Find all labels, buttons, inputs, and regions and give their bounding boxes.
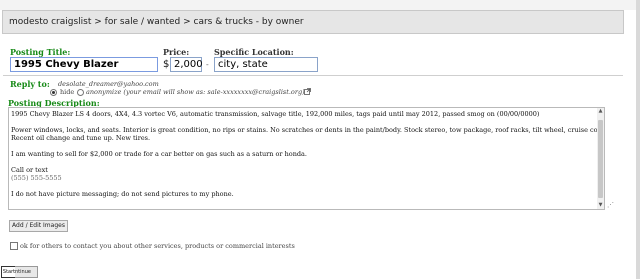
- window-edge: [636, 0, 640, 279]
- location-label: Specific Location:: [214, 47, 294, 57]
- anonymize-email-radio[interactable]: [77, 89, 84, 96]
- scroll-down-icon[interactable]: ▼: [597, 202, 604, 209]
- ok-contact-checkbox[interactable]: [10, 242, 18, 250]
- posting-description-textarea[interactable]: 1995 Chevy Blazer LS 4 doors, 4X4, 4.3 v…: [8, 107, 605, 210]
- breadcrumb: modesto craigslist > for sale / wanted >…: [2, 10, 624, 34]
- divider: [3, 75, 623, 76]
- description-line: I am wanting to sell for $2,000 or trade…: [11, 150, 307, 158]
- location-input[interactable]: city, state: [214, 57, 318, 72]
- reply-email: desolate_dreamer@yahoo.com: [58, 80, 159, 88]
- reply-to-label: Reply to:: [10, 79, 50, 89]
- scroll-thumb[interactable]: [598, 120, 603, 198]
- description-line: I do not have picture messaging; do not …: [11, 190, 234, 198]
- posting-title-label: Posting Title:: [10, 47, 71, 57]
- hide-email-radio[interactable]: [50, 89, 57, 96]
- description-line: 1995 Chevy Blazer LS 4 doors, 4X4, 4.3 v…: [11, 110, 540, 118]
- top-strip: [0, 0, 640, 10]
- add-edit-images-button[interactable]: Add / Edit Images: [9, 220, 68, 232]
- description-line: Recent oil change and tune up. New tires…: [11, 134, 151, 142]
- external-link-icon[interactable]: [304, 88, 311, 95]
- currency-symbol: $: [163, 59, 170, 70]
- description-line: (555) 555-5555: [11, 174, 62, 182]
- resize-grip-icon[interactable]: ⋰: [607, 201, 614, 209]
- price-label: Price:: [163, 47, 190, 57]
- separator-dash: -: [206, 60, 209, 69]
- hide-email-label[interactable]: hide: [60, 88, 74, 96]
- description-line: Call or text: [11, 166, 48, 174]
- description-scrollbar[interactable]: ▲ ▼: [597, 108, 604, 209]
- ok-contact-label: ok for others to contact you about other…: [20, 242, 295, 250]
- price-input[interactable]: 2,000: [170, 57, 203, 72]
- anonymize-email-label[interactable]: anonymize (your email will show as: sale…: [86, 88, 305, 96]
- scroll-up-icon[interactable]: ▲: [597, 108, 604, 115]
- continue-button[interactable]: ntinue: [15, 266, 38, 278]
- description-line: Power windows, locks, and seats. Interio…: [11, 126, 605, 134]
- posting-title-input[interactable]: 1995 Chevy Blazer: [10, 57, 158, 72]
